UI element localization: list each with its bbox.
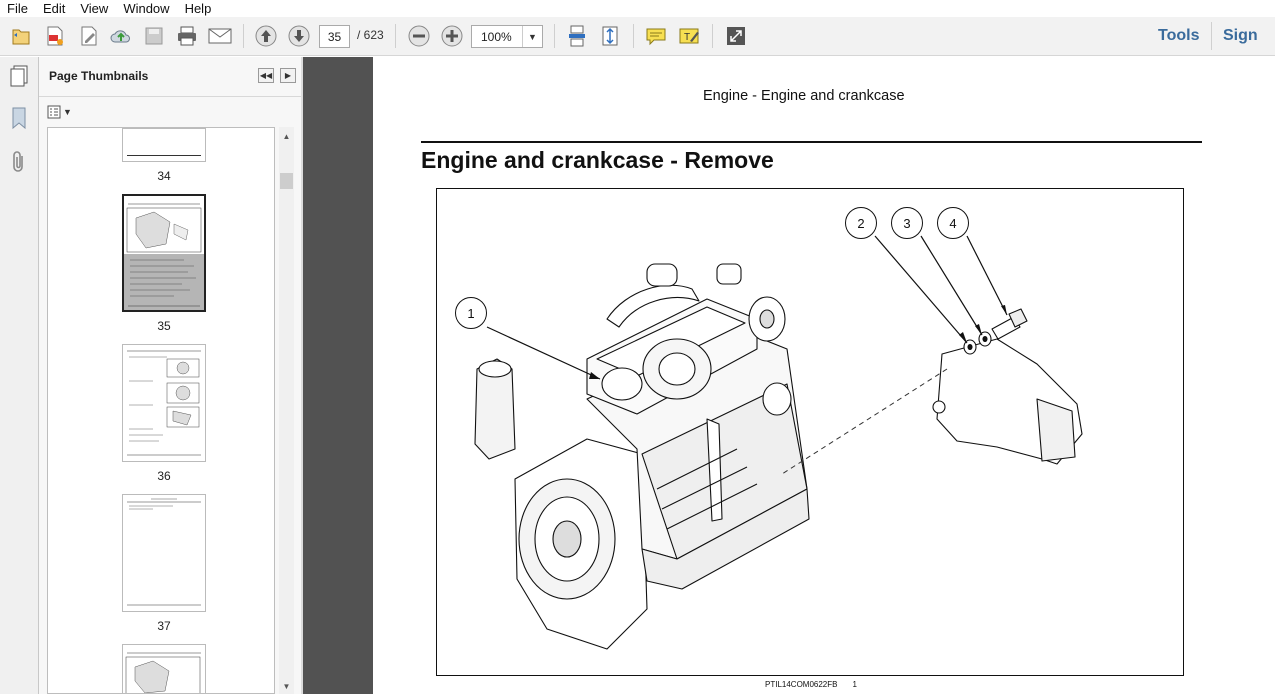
- thumbnail-page-selected[interactable]: [122, 194, 206, 312]
- menu-window[interactable]: Window: [116, 0, 177, 17]
- thumbnail-list: 34 35 36 37: [47, 127, 275, 694]
- thumbnails-panel: Page Thumbnails ◀◀ ▶ ▼ 34 35 36 37 ▲ ▼: [39, 57, 301, 694]
- scroll-up-icon[interactable]: ▲: [279, 129, 294, 144]
- chevron-down-icon[interactable]: ▼: [522, 26, 542, 47]
- full-screen-icon[interactable]: [723, 23, 749, 49]
- callout-1: 1: [455, 297, 487, 329]
- thumbnail-page[interactable]: [122, 644, 206, 693]
- page-total-count: / 623: [357, 28, 384, 42]
- page-number-input[interactable]: 35: [319, 25, 350, 48]
- thumbnail-page-number: 35: [157, 319, 171, 333]
- menu-bar: File Edit View Window Help: [0, 0, 1275, 17]
- thumbnail-page-number: 37: [157, 619, 171, 633]
- panel-next-icon[interactable]: ▶: [280, 68, 296, 83]
- toolbar: 35 / 623 100% ▼ T Tools Sign: [0, 17, 1275, 56]
- page-running-header: Engine - Engine and crankcase: [703, 88, 905, 104]
- document-page: Engine - Engine and crankcase Engine and…: [373, 57, 1275, 694]
- menu-edit[interactable]: Edit: [36, 0, 73, 17]
- chevron-down-icon: ▼: [63, 107, 72, 117]
- collapse-panel-icon[interactable]: ◀◀: [258, 68, 274, 83]
- thumbnails-header: Page Thumbnails ◀◀ ▶: [39, 57, 301, 97]
- heading-rule: [421, 141, 1202, 143]
- engine-illustration: 1 2 3 4: [436, 188, 1184, 676]
- page-thumbnails-icon[interactable]: [7, 64, 31, 88]
- callout-4: 4: [937, 207, 969, 239]
- thumbnail-page[interactable]: [122, 494, 206, 612]
- toolbar-separator: [633, 24, 634, 48]
- page-heading: Engine and crankcase - Remove: [421, 147, 774, 173]
- highlight-text-icon[interactable]: T: [676, 23, 702, 49]
- tools-button[interactable]: Tools: [1158, 27, 1199, 45]
- scroll-thumb[interactable]: [280, 173, 293, 189]
- menu-file[interactable]: File: [0, 0, 36, 17]
- callout-2: 2: [845, 207, 877, 239]
- page-footer: PTIL14COM0622FB 1: [765, 680, 857, 689]
- zoom-select[interactable]: 100% ▼: [471, 25, 543, 48]
- callout-3: 3: [891, 207, 923, 239]
- previous-page-icon[interactable]: [253, 23, 279, 49]
- save-icon[interactable]: [141, 23, 167, 49]
- upload-cloud-icon[interactable]: [108, 23, 134, 49]
- thumbnail-options-button[interactable]: ▼: [47, 104, 73, 120]
- create-pdf-icon[interactable]: [42, 23, 68, 49]
- engine-drawing: [474, 235, 1083, 650]
- toolbar-separator: [1211, 22, 1212, 50]
- toolbar-separator: [554, 24, 555, 48]
- bookmarks-icon[interactable]: [7, 106, 31, 130]
- menu-view[interactable]: View: [73, 0, 116, 17]
- thumbnail-page-number: 34: [157, 169, 171, 183]
- fit-page-icon[interactable]: [597, 23, 623, 49]
- toolbar-separator: [712, 24, 713, 48]
- thumbnail-page[interactable]: [122, 128, 206, 162]
- comment-icon[interactable]: [643, 23, 669, 49]
- sign-button[interactable]: Sign: [1223, 27, 1258, 45]
- navigation-rail: [0, 57, 39, 694]
- next-page-icon[interactable]: [286, 23, 312, 49]
- document-viewer: Engine - Engine and crankcase Engine and…: [303, 57, 1275, 694]
- zoom-in-icon[interactable]: [439, 23, 465, 49]
- zoom-out-icon[interactable]: [406, 23, 432, 49]
- footer-document-code: PTIL14COM0622FB: [765, 680, 838, 689]
- thumbnail-page-number: 36: [157, 469, 171, 483]
- panel-title: Page Thumbnails: [49, 69, 149, 83]
- edit-document-icon[interactable]: [76, 23, 102, 49]
- toolbar-separator: [243, 24, 244, 48]
- email-icon[interactable]: [207, 23, 233, 49]
- scroll-down-icon[interactable]: ▼: [279, 679, 294, 694]
- thumbnail-scrollbar[interactable]: ▲ ▼: [279, 127, 294, 694]
- attachments-icon[interactable]: [7, 150, 31, 174]
- toolbar-separator: [395, 24, 396, 48]
- zoom-value: 100%: [481, 30, 512, 44]
- svg-text:T: T: [684, 32, 690, 43]
- options-list-icon: [47, 105, 61, 119]
- open-file-icon[interactable]: [8, 23, 34, 49]
- menu-help[interactable]: Help: [178, 0, 220, 17]
- print-icon[interactable]: [174, 23, 200, 49]
- footer-figure-number: 1: [852, 680, 857, 689]
- thumbnail-page[interactable]: [122, 344, 206, 462]
- scrolling-mode-icon[interactable]: [564, 23, 590, 49]
